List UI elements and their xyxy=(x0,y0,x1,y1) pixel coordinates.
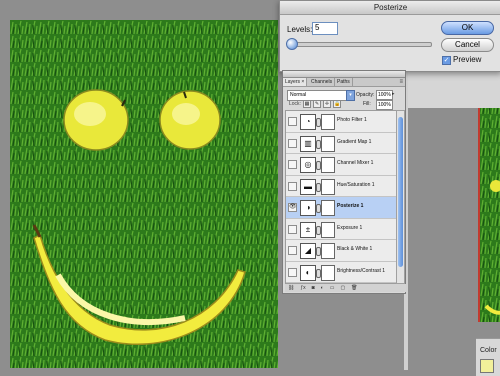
layer-name: Brightness/Contrast 1 xyxy=(337,267,386,274)
brightness-contrast-icon: ◐ xyxy=(300,264,316,281)
dialog-title: Posterize xyxy=(280,1,500,15)
layers-panel-titlebar[interactable] xyxy=(283,71,405,78)
layer-mask-thumbnail[interactable] xyxy=(321,243,335,259)
posterize-dialog: Posterize Levels: 5 OK Cancel ✓ Preview xyxy=(279,0,500,72)
layer-row[interactable]: ◎ Channel Mixer 1 xyxy=(286,154,396,176)
new-layer-icon[interactable]: ▢ xyxy=(340,285,345,291)
color-panel: Color xyxy=(476,338,500,376)
layer-name: Exposure 1 xyxy=(337,224,363,231)
levels-slider-track[interactable] xyxy=(290,42,432,47)
layer-row[interactable]: ◔ Photo Filter 1 xyxy=(286,111,396,133)
layer-list-scrollbar[interactable] xyxy=(396,110,405,284)
layer-mask-thumbnail[interactable] xyxy=(321,200,335,216)
layer-list: ◔ Photo Filter 1 ▥ Gradient Map 1 ◎ Chan… xyxy=(285,110,397,284)
visibility-toggle[interactable] xyxy=(288,117,297,126)
ok-button[interactable]: OK xyxy=(441,21,494,35)
panel-menu-icon[interactable]: ≡ xyxy=(399,78,403,86)
layer-mask-thumbnail[interactable] xyxy=(321,114,335,130)
new-adjustment-icon[interactable]: ◐ xyxy=(321,285,324,291)
levels-input[interactable]: 5 xyxy=(312,22,338,35)
tab-channels[interactable]: Channels xyxy=(309,78,336,86)
new-group-icon[interactable]: ▭ xyxy=(330,285,335,291)
blend-mode-arrow-icon[interactable]: ▾ xyxy=(346,90,355,101)
second-photo xyxy=(480,86,500,322)
trash-icon[interactable]: 🗑 xyxy=(351,285,357,291)
levels-label: Levels: xyxy=(287,25,313,34)
visibility-toggle[interactable] xyxy=(288,246,297,255)
preview-checkbox[interactable]: ✓ xyxy=(442,56,451,65)
visibility-toggle[interactable]: 👁 xyxy=(288,203,297,212)
layer-mask-thumbnail[interactable] xyxy=(321,221,335,238)
layer-row[interactable]: ◐ Brightness/Contrast 1 xyxy=(286,261,396,283)
opacity-label: Opacity: xyxy=(356,92,375,98)
levels-slider-knob[interactable] xyxy=(286,38,298,50)
document-canvas[interactable] xyxy=(10,20,278,368)
layer-name: Channel Mixer 1 xyxy=(337,160,374,166)
layer-row-selected[interactable]: 👁 ◑ Posterize 1 xyxy=(286,197,396,219)
layer-row[interactable]: ± Exposure 1 xyxy=(286,218,396,240)
tab-color[interactable]: Color xyxy=(480,347,497,354)
gradient-map-icon: ▥ xyxy=(300,135,316,152)
tab-layers[interactable]: Layers × xyxy=(283,78,308,86)
second-document-canvas[interactable] xyxy=(478,86,500,322)
foreground-color-swatch[interactable] xyxy=(480,359,494,373)
photo-filter-icon: ◔ xyxy=(300,114,316,130)
panel-tabs: Layers × Channels Paths ≡ xyxy=(283,78,405,87)
layer-mask-thumbnail[interactable] xyxy=(321,264,335,281)
link-layers-icon[interactable]: ⛓ xyxy=(288,285,294,291)
fill-input[interactable]: 100% xyxy=(376,100,393,110)
add-mask-icon[interactable]: ◙ xyxy=(312,285,315,291)
opacity-arrow-icon[interactable]: ▸ xyxy=(392,90,397,99)
fill-label: Fill: xyxy=(363,101,371,107)
hue-saturation-icon: ▬ xyxy=(300,178,316,195)
layer-row[interactable]: ◢ Black & White 1 xyxy=(286,240,396,262)
posterized-photo xyxy=(10,20,278,368)
layer-mask-thumbnail[interactable] xyxy=(321,135,335,152)
layers-panel-footer: ⛓ ƒx ◙ ◐ ▭ ▢ 🗑 xyxy=(285,284,406,292)
visibility-toggle[interactable] xyxy=(288,267,297,277)
lock-label: Lock: xyxy=(289,101,301,107)
lock-options: ▦ ✎ ✛ 🔒 xyxy=(303,100,341,108)
layer-name: Photo Filter 1 xyxy=(337,117,367,123)
cancel-button[interactable]: Cancel xyxy=(441,38,494,52)
layer-row[interactable]: ▥ Gradient Map 1 xyxy=(286,132,396,154)
scrollbar-thumb[interactable] xyxy=(398,117,403,267)
layer-name: Gradient Map 1 xyxy=(337,138,372,145)
layer-row[interactable]: ▬ Hue/Saturation 1 xyxy=(286,175,396,197)
layer-style-icon[interactable]: ƒx xyxy=(300,285,305,291)
exposure-icon: ± xyxy=(300,221,316,238)
visibility-toggle[interactable] xyxy=(288,160,297,169)
channel-mixer-icon: ◎ xyxy=(300,157,316,173)
lock-all-icon[interactable]: 🔒 xyxy=(333,100,341,108)
visibility-toggle[interactable] xyxy=(288,224,297,234)
layers-panel: Layers × Channels Paths ≡ Normal ▾ Opaci… xyxy=(282,70,406,294)
black-white-icon: ◢ xyxy=(300,243,316,259)
layer-mask-thumbnail[interactable] xyxy=(321,157,335,173)
lock-transparency-icon[interactable]: ▦ xyxy=(303,100,311,108)
lock-position-icon[interactable]: ✛ xyxy=(323,100,331,108)
layer-mask-thumbnail[interactable] xyxy=(321,178,335,195)
preview-label: Preview xyxy=(453,55,482,64)
posterize-icon: ◑ xyxy=(300,200,316,216)
tab-paths[interactable]: Paths xyxy=(335,78,353,86)
visibility-toggle[interactable] xyxy=(288,181,297,191)
lock-image-icon[interactable]: ✎ xyxy=(313,100,321,108)
layer-name: Hue/Saturation 1 xyxy=(337,181,375,188)
opacity-input[interactable]: 100% xyxy=(376,90,393,100)
layer-name: Black & White 1 xyxy=(337,246,373,252)
layer-name: Posterize 1 xyxy=(337,203,364,209)
visibility-toggle[interactable] xyxy=(288,138,297,148)
